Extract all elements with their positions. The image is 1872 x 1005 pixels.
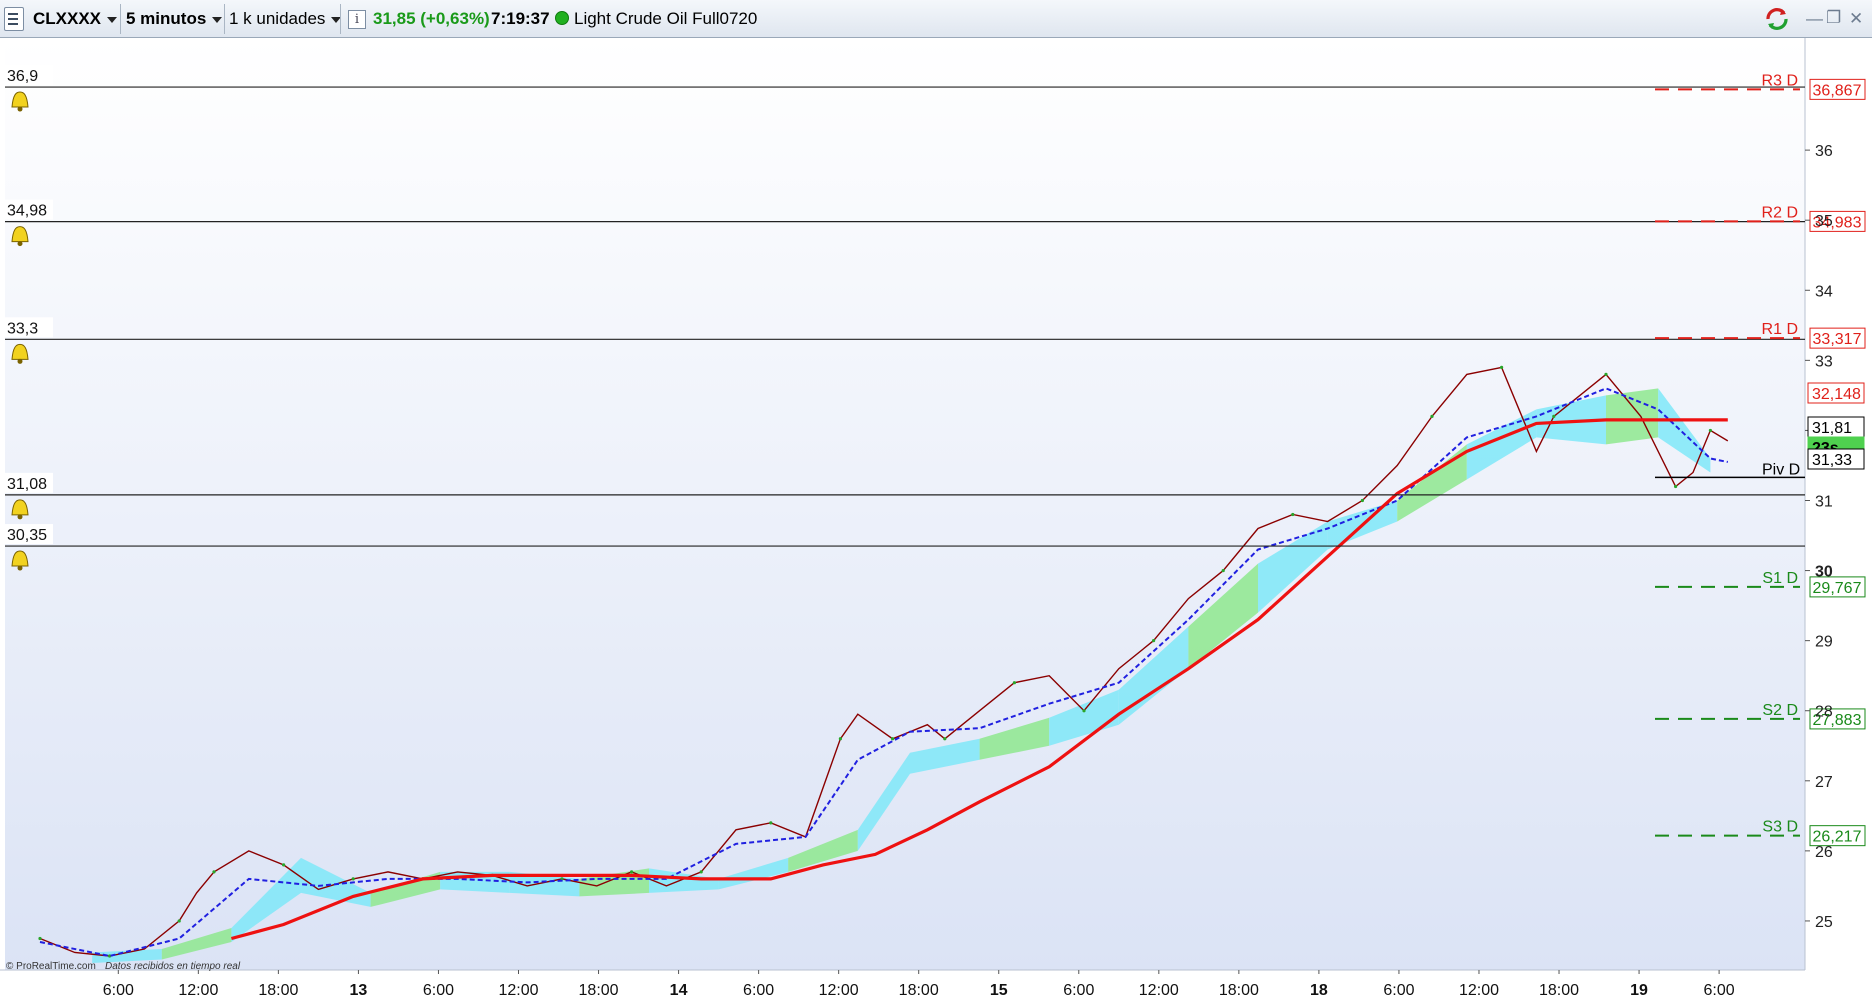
x-tick-label: 19 <box>1630 982 1648 999</box>
price-point <box>1708 428 1712 433</box>
y-tick-label: 33 <box>1815 353 1833 370</box>
x-tick-label: 12:00 <box>819 982 859 999</box>
price-tag-label: 31,33 <box>1812 452 1852 469</box>
x-tick-label: 6:00 <box>1063 982 1094 999</box>
price-point <box>943 737 947 741</box>
price-point <box>212 870 216 874</box>
pivot-label: R3 D <box>1762 72 1798 89</box>
alert-label: 36,9 <box>7 68 38 85</box>
menu-grip-icon[interactable] <box>4 7 24 31</box>
timeframe-label: 5 minutos <box>126 9 207 28</box>
x-tick-label: 18:00 <box>1219 982 1259 999</box>
price-point <box>769 821 773 825</box>
price-point <box>282 863 286 867</box>
x-tick-label: 6:00 <box>1704 982 1735 999</box>
chart-area[interactable]: 36,9 34,98 33,3 31,08 30,35 R3 D 36,867 R2 D 34… <box>0 38 1872 1000</box>
price-point <box>351 877 355 881</box>
y-tick-label: 25 <box>1815 914 1833 931</box>
price-point <box>1291 512 1295 517</box>
footer-brand: © ProRealTime.com <box>6 961 96 972</box>
pivot-value-label: 36,867 <box>1813 82 1862 99</box>
pivot-label: S3 D <box>1762 819 1798 836</box>
plot-background <box>5 38 1805 970</box>
price-point <box>891 737 895 741</box>
y-tick-label: 28 <box>1815 704 1833 721</box>
price-point <box>1360 498 1364 503</box>
instrument-name: Light Crude Oil Full0720 <box>574 9 758 28</box>
pivot-value-label: 33,317 <box>1813 331 1862 348</box>
price-point <box>1221 568 1225 573</box>
y-tick-label: 35 <box>1815 213 1833 230</box>
timeframe-selector[interactable]: 5 minutos <box>126 0 223 38</box>
pivot-label: R1 D <box>1762 321 1798 338</box>
price-change: 31,85 (+0,63%) <box>373 9 490 28</box>
symbol-label: CLXXXX <box>33 9 102 28</box>
pivot-label: S1 D <box>1762 570 1798 587</box>
price-point <box>38 936 42 941</box>
price-point <box>1604 372 1608 376</box>
price-point <box>838 737 843 741</box>
price-point <box>1152 639 1156 643</box>
x-tick-label: 18:00 <box>258 982 298 999</box>
price-point <box>1012 681 1017 685</box>
x-tick-label: 6:00 <box>103 982 134 999</box>
x-tick-label: 18:00 <box>899 982 939 999</box>
info-icon[interactable]: i <box>348 10 366 29</box>
pivot-label: S2 D <box>1762 702 1798 719</box>
instrument-info: Light Crude Oil Full0720 <box>555 0 757 38</box>
chart-toolbar: CLXXXX 5 minutos 1 k unidades i 31,85 (+… <box>0 0 1872 38</box>
minimize-icon[interactable]: — <box>1806 9 1823 29</box>
y-tick-label: 31 <box>1815 493 1833 510</box>
close-icon[interactable]: ✕ <box>1849 9 1863 29</box>
y-tick-label: 36 <box>1815 143 1833 160</box>
alert-label: 34,98 <box>7 203 47 220</box>
price-tag-label: 32,148 <box>1812 386 1861 403</box>
pivot-label: R2 D <box>1762 204 1798 221</box>
pivot-value-label: 29,767 <box>1813 580 1862 597</box>
x-tick-label: 18 <box>1310 982 1328 999</box>
y-tick-label: 34 <box>1815 283 1833 300</box>
y-tick-label: 29 <box>1815 634 1833 651</box>
units-selector[interactable]: 1 k unidades <box>229 0 342 38</box>
x-tick-label: 6:00 <box>423 982 454 999</box>
price-point <box>1082 709 1086 713</box>
y-tick-label: 30 <box>1815 564 1833 581</box>
x-tick-label: 6:00 <box>1383 982 1414 999</box>
x-tick-label: 6:00 <box>743 982 774 999</box>
price-point <box>630 870 634 874</box>
refresh-icon[interactable] <box>1764 6 1790 32</box>
clock-time: 7:19:37 <box>491 9 550 28</box>
units-label: 1 k unidades <box>229 9 326 28</box>
x-tick-label: 12:00 <box>1459 982 1499 999</box>
price-point <box>177 919 181 923</box>
chevron-down-icon <box>212 16 223 23</box>
x-tick-label: 15 <box>990 982 1008 999</box>
x-tick-label: 14 <box>670 982 688 999</box>
symbol-selector[interactable]: CLXXXX <box>33 0 118 38</box>
alert-label: 33,3 <box>7 320 38 337</box>
chevron-down-icon <box>107 16 118 23</box>
price-point <box>1500 365 1504 369</box>
x-tick-label: 12:00 <box>498 982 538 999</box>
price-point <box>1430 414 1434 419</box>
x-tick-label: 13 <box>350 982 368 999</box>
footer-feed: Datos recibidos en tiempo real <box>105 961 241 972</box>
x-tick-label: 18:00 <box>579 982 619 999</box>
price-tag-label: 31,81 <box>1812 420 1852 437</box>
green-dot-icon <box>555 10 569 25</box>
y-tick-label: 26 <box>1815 844 1833 861</box>
price-point <box>699 870 703 874</box>
x-tick-label: 12:00 <box>1139 982 1179 999</box>
price-point <box>1674 484 1678 489</box>
restore-icon[interactable]: ❐ <box>1826 8 1841 28</box>
price-chart[interactable]: 36,9 34,98 33,3 31,08 30,35 R3 D 36,867 R2 D 34… <box>0 38 1872 1000</box>
price-point <box>1552 414 1556 419</box>
pivot-label: Piv D <box>1762 461 1800 478</box>
x-tick-label: 18:00 <box>1539 982 1579 999</box>
x-tick-label: 12:00 <box>178 982 218 999</box>
alert-label: 30,35 <box>7 527 47 544</box>
alert-label: 31,08 <box>7 476 47 493</box>
y-tick-label: 27 <box>1815 774 1833 791</box>
